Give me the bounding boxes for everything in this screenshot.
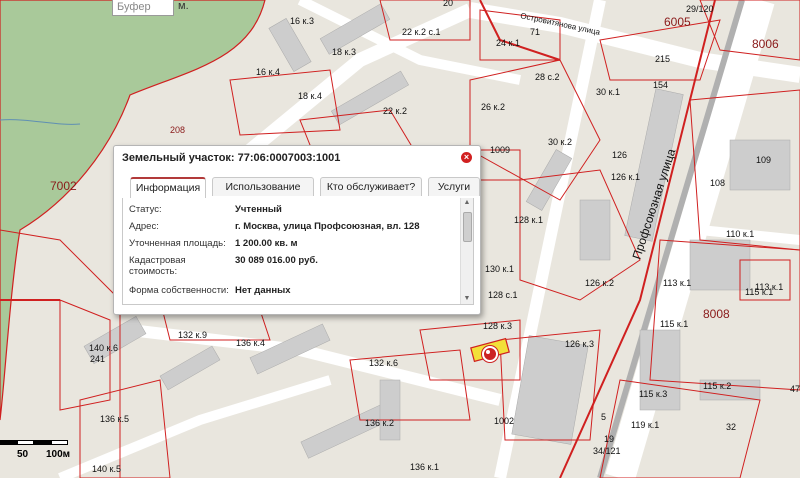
parcel-label: 18 к.3	[332, 47, 356, 57]
parcel-label: 16 к.4	[256, 67, 280, 77]
parcel-label: 126 к.1	[611, 172, 640, 182]
scroll-thumb[interactable]	[463, 212, 472, 242]
block-label: 8006	[752, 37, 779, 51]
parcel-marker-icon[interactable]	[482, 346, 498, 362]
parcel-label: 154	[653, 80, 668, 90]
block-label: 7002	[50, 179, 77, 193]
parcel-label: 126	[612, 150, 627, 160]
parcel-label: 1009	[490, 145, 510, 155]
scroll-down-icon[interactable]: ▼	[461, 294, 473, 304]
parcel-label: 5	[601, 412, 606, 422]
parcel-label: 22 к.2	[383, 106, 407, 116]
tab-who-serves[interactable]: Кто обслуживает?	[320, 177, 422, 196]
parcel-label: 47	[790, 384, 800, 394]
parcel-label: 215	[655, 54, 670, 64]
popup-title: Земельный участок: 77:06:0007003:1001	[122, 152, 341, 164]
parcel-label: 140 к.6	[89, 343, 118, 353]
parcel-label: 30 к.2	[548, 137, 572, 147]
scale-label-50: 50	[17, 449, 29, 460]
parcel-label: 119 к.1	[631, 420, 659, 430]
tab-services[interactable]: Услуги	[428, 177, 480, 196]
block-label: 208	[170, 125, 185, 135]
parcel-label: 115 к.2	[703, 381, 731, 391]
parcel-label: 19	[604, 434, 614, 444]
info-value: 1 200.00 кв. м	[235, 238, 298, 249]
block-label: 8008	[703, 307, 730, 321]
scroll-up-icon[interactable]: ▲	[461, 198, 473, 208]
parcel-label: 241	[90, 354, 105, 364]
info-label: Форма собственности:	[129, 285, 229, 296]
info-value: Нет данных	[235, 285, 291, 296]
info-label: Адрес:	[129, 221, 159, 232]
parcel-label: 136 к.5	[100, 414, 129, 424]
parcel-label: 136 к.4	[236, 338, 265, 348]
info-label: Уточненная площадь:	[129, 238, 226, 249]
scale-label-100: 100м	[46, 449, 71, 460]
close-icon[interactable]: ×	[461, 152, 472, 163]
parcel-label: 26 к.2	[481, 102, 505, 112]
parcel-label: 109	[756, 155, 771, 165]
parcel-label: 34/121	[593, 446, 621, 456]
parcel-label: 115 к.3	[639, 389, 667, 399]
parcel-label: 20	[443, 0, 453, 8]
info-label: Статус:	[129, 204, 162, 215]
parcel-label: 126 к.2	[585, 278, 614, 288]
parcel-label: 18 к.4	[298, 91, 322, 101]
parcel-label: 136 к.1	[410, 462, 439, 472]
tab-usage[interactable]: Использование	[212, 177, 314, 196]
parcel-label: 128 с.1	[488, 290, 518, 300]
buffer-unit-label: м.	[178, 0, 189, 12]
parcel-label: 30 к.1	[596, 87, 620, 97]
popup-scrollbar[interactable]: ▲ ▼	[460, 198, 473, 304]
parcel-label: 28 с.2	[535, 72, 560, 82]
parcel-label: 136 к.2	[365, 418, 394, 428]
info-value: г. Москва, улица Профсоюзная, вл. 128	[235, 221, 420, 232]
parcel-info-popup: Земельный участок: 77:06:0007003:1001 × …	[113, 145, 481, 315]
block-label: 6005	[664, 15, 691, 29]
parcel-label: 132 к.9	[178, 330, 207, 340]
parcel-label: 71	[530, 27, 540, 37]
parcel-label: 128 к.3	[483, 321, 512, 331]
parcel-label: 115 к.1	[660, 319, 688, 329]
tab-information[interactable]: Информация	[130, 177, 206, 198]
info-label: Кадастровая стоимость:	[129, 255, 186, 277]
parcel-label: 113 к.1	[663, 278, 691, 288]
parcel-label: 108	[710, 178, 725, 188]
parcel-label: 1002	[494, 416, 514, 426]
parcel-label: 22 к.2 с.1	[402, 27, 440, 37]
parcel-label: 110 к.1	[726, 229, 754, 239]
parcel-label: 126 к.3	[565, 339, 594, 349]
parcel-label: 29/120	[686, 4, 714, 14]
parcel-label: 16 к.3	[290, 16, 314, 26]
parcel-label: 132 к.6	[369, 358, 398, 368]
info-content: Статус: Учтенный Адрес: г. Москва, улица…	[122, 198, 474, 305]
info-value: Учтенный	[235, 204, 282, 215]
info-value: 30 089 016.00 руб.	[235, 255, 318, 266]
parcel-label: 130 к.1	[485, 264, 514, 274]
parcel-label: 24 к.1	[496, 38, 520, 48]
parcel-label: 140 к.5	[92, 464, 121, 474]
parcel-label: 113 к.1	[755, 282, 783, 292]
parcel-label: 128 к.1	[514, 215, 543, 225]
marker-center	[486, 350, 490, 354]
buffer-input[interactable]: Буфер	[112, 0, 174, 16]
parcel-label: 32	[726, 422, 736, 432]
